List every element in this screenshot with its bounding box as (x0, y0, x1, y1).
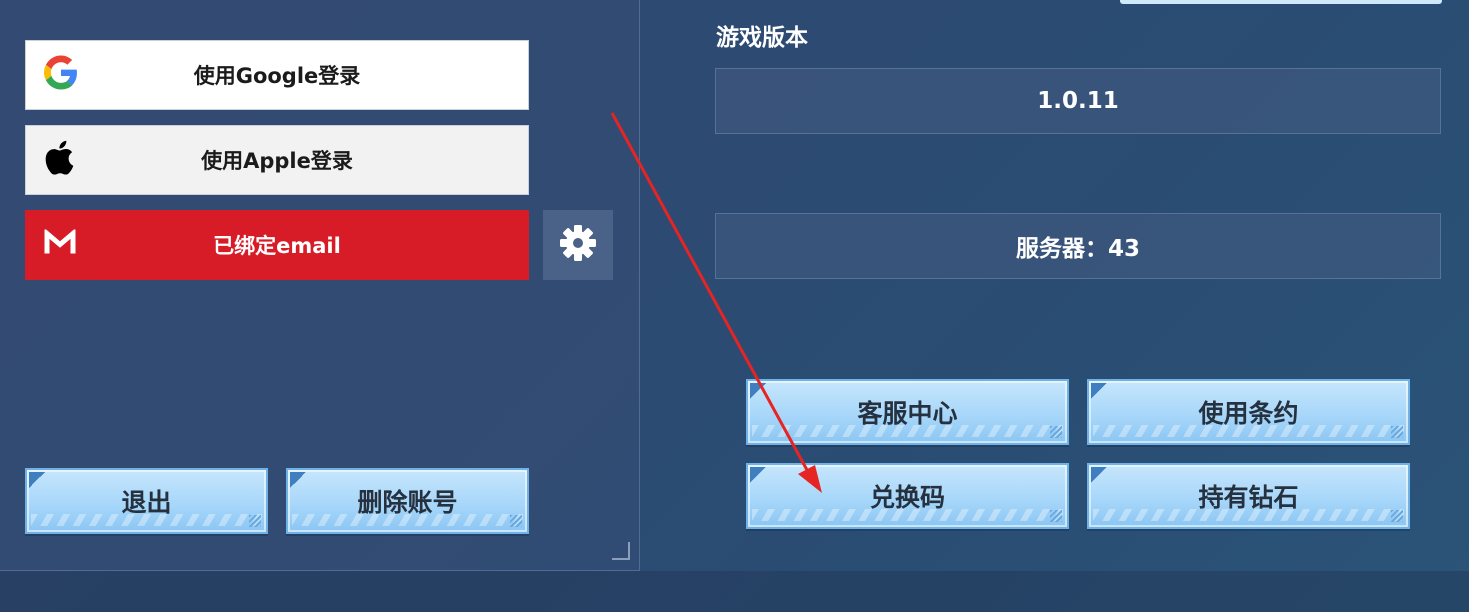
logout-button[interactable]: 退出 (25, 468, 268, 534)
game-version-box: 1.0.11 (715, 68, 1441, 134)
owned-diamonds-button[interactable]: 持有钻石 (1087, 463, 1410, 529)
redeem-code-label: 兑换码 (869, 483, 945, 512)
top-edge-button[interactable] (1120, 0, 1442, 4)
apple-login-button[interactable]: 使用Apple登录 (25, 125, 529, 195)
game-version-value: 1.0.11 (1037, 88, 1119, 114)
server-value: 服务器：43 (1015, 236, 1140, 262)
settings-button[interactable] (543, 210, 613, 280)
email-icon (43, 228, 77, 261)
delete-account-button[interactable]: 删除账号 (286, 468, 529, 534)
logout-label: 退出 (121, 488, 172, 517)
bottom-band (0, 571, 1469, 612)
resize-corner-icon (612, 542, 630, 560)
email-bound-label: 已绑定email (213, 234, 341, 258)
redeem-code-button[interactable]: 兑换码 (746, 463, 1069, 529)
terms-label: 使用条约 (1198, 399, 1299, 428)
server-box: 服务器：43 (715, 213, 1441, 279)
game-version-label: 游戏版本 (716, 25, 808, 51)
customer-service-button[interactable]: 客服中心 (746, 379, 1069, 445)
owned-diamonds-label: 持有钻石 (1198, 483, 1299, 512)
google-icon (44, 55, 78, 95)
customer-service-label: 客服中心 (857, 399, 958, 428)
google-login-button[interactable]: 使用Google登录 (25, 40, 529, 110)
email-bound-button[interactable]: 已绑定email (25, 210, 529, 280)
delete-account-label: 删除账号 (357, 488, 458, 517)
terms-button[interactable]: 使用条约 (1087, 379, 1410, 445)
apple-login-label: 使用Apple登录 (201, 149, 353, 173)
google-login-label: 使用Google登录 (193, 64, 361, 88)
gear-icon (559, 224, 597, 266)
apple-icon (44, 140, 74, 180)
